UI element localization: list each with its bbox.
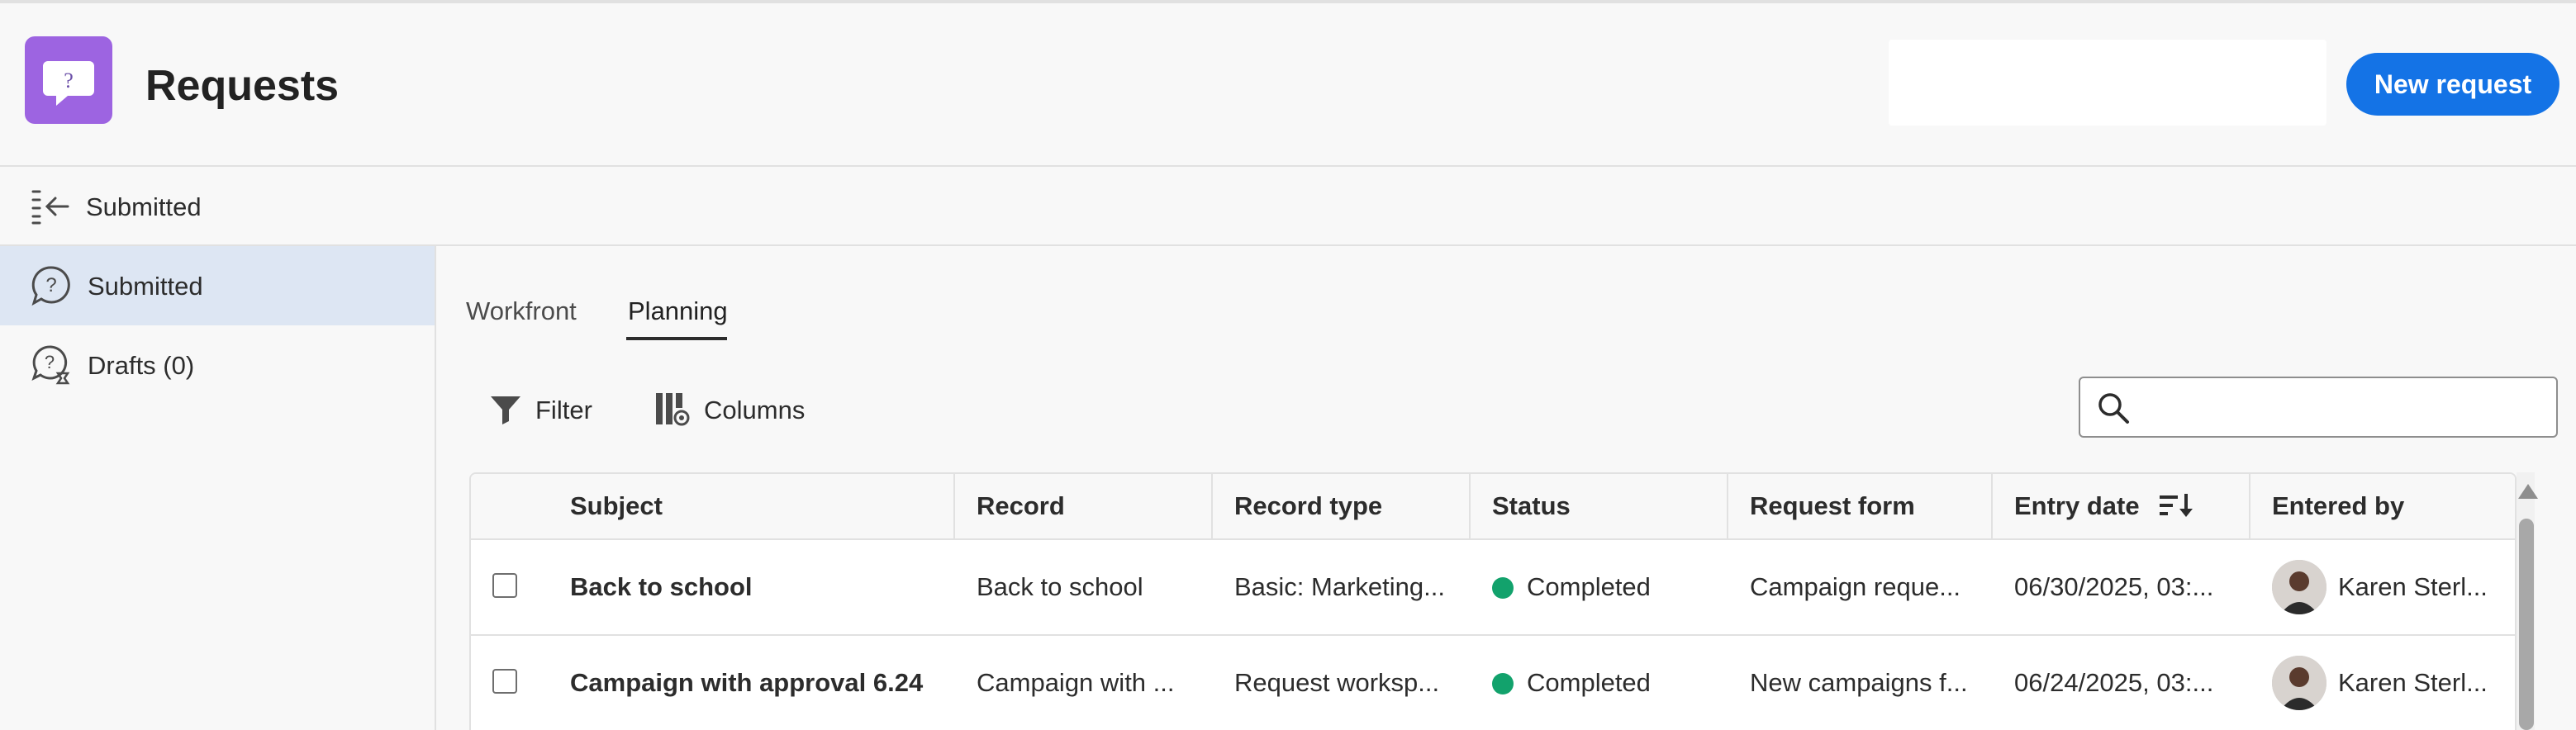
sidebar: ? Submitted ? Drafts (0) (0, 246, 436, 730)
cell-entered-by: Karen Sterl... (2338, 668, 2488, 697)
requests-table: Subject Record Record type Status Reques… (469, 472, 2517, 730)
section-title: Submitted (86, 192, 202, 221)
cell-record-type: Request worksp... (1234, 668, 1440, 697)
status-dot-icon (1492, 577, 1514, 599)
avatar (2272, 560, 2326, 614)
search-field[interactable] (2079, 377, 2558, 438)
cell-status: Completed (1527, 572, 1651, 601)
app-header: ? Requests New request (0, 3, 2576, 167)
cell-subject[interactable]: Back to school (570, 540, 942, 634)
column-header-request-form[interactable]: Request form (1750, 474, 1915, 538)
cell-status: Completed (1527, 668, 1651, 697)
column-header-status[interactable]: Status (1492, 474, 1571, 538)
tab-workfront[interactable]: Workfront (466, 296, 577, 327)
scroll-up-icon[interactable] (2518, 484, 2538, 499)
sidebar-item-drafts[interactable]: ? Drafts (0) (0, 325, 435, 405)
search-icon (2098, 393, 2129, 424)
columns-button[interactable]: Columns (654, 388, 820, 429)
filter-label: Filter (535, 396, 592, 424)
search-input[interactable] (2138, 386, 2546, 429)
cell-record[interactable]: Back to school (977, 540, 1200, 634)
question-bubble-draft-icon: ? (30, 344, 73, 386)
sort-descending-icon[interactable] (2160, 494, 2194, 519)
collapse-left-icon[interactable] (30, 187, 73, 226)
table-row[interactable]: Campaign with approval 6.24 Campaign wit… (471, 636, 2515, 730)
cell-entered-by: Karen Sterl... (2338, 572, 2488, 601)
column-header-record-type[interactable]: Record type (1234, 474, 1382, 538)
row-checkbox[interactable] (492, 573, 517, 598)
column-header-subject[interactable]: Subject (570, 474, 663, 538)
columns-label: Columns (704, 396, 806, 424)
vertical-scrollbar[interactable] (2517, 472, 2538, 730)
column-header-entered-by[interactable]: Entered by (2272, 474, 2404, 538)
svg-text:?: ? (45, 274, 56, 296)
tab-planning[interactable]: Planning (628, 296, 728, 327)
sidebar-item-label: Drafts (0) (88, 351, 195, 380)
cell-record[interactable]: Campaign with ... (977, 636, 1200, 730)
cell-request-form: New campaigns f... (1750, 668, 1968, 697)
filter-icon (491, 396, 520, 424)
table-header: Subject Record Record type Status Reques… (471, 474, 2515, 540)
header-blank-field[interactable] (1889, 40, 2326, 126)
new-request-button[interactable]: New request (2346, 53, 2559, 116)
table-row[interactable]: Back to school Back to school Basic: Mar… (471, 540, 2515, 636)
cell-record-type: Basic: Marketing... (1234, 572, 1445, 601)
column-header-record[interactable]: Record (977, 474, 1065, 538)
question-bubble-icon: ? (30, 264, 73, 307)
status-dot-icon (1492, 673, 1514, 694)
svg-text:?: ? (45, 352, 55, 372)
avatar (2272, 656, 2326, 710)
page-title: Requests (145, 62, 340, 110)
active-tab-indicator (626, 337, 727, 340)
sidebar-item-submitted[interactable]: ? Submitted (0, 246, 435, 325)
cell-subject[interactable]: Campaign with approval 6.24 (570, 636, 942, 730)
column-header-entry-date[interactable]: Entry date (2014, 474, 2140, 538)
sidebar-item-label: Submitted (88, 272, 203, 301)
cell-request-form: Campaign reque... (1750, 572, 1961, 601)
question-bubble-icon: ? (25, 36, 112, 124)
svg-text:?: ? (64, 69, 74, 92)
row-checkbox[interactable] (492, 669, 517, 694)
columns-settings-icon (656, 393, 690, 426)
section-header: Submitted (0, 167, 2576, 246)
filter-button[interactable]: Filter (489, 388, 605, 429)
scrollbar-thumb[interactable] (2519, 519, 2534, 730)
cell-entry-date: 06/24/2025, 03:... (2014, 668, 2214, 697)
cell-entry-date: 06/30/2025, 03:... (2014, 572, 2214, 601)
